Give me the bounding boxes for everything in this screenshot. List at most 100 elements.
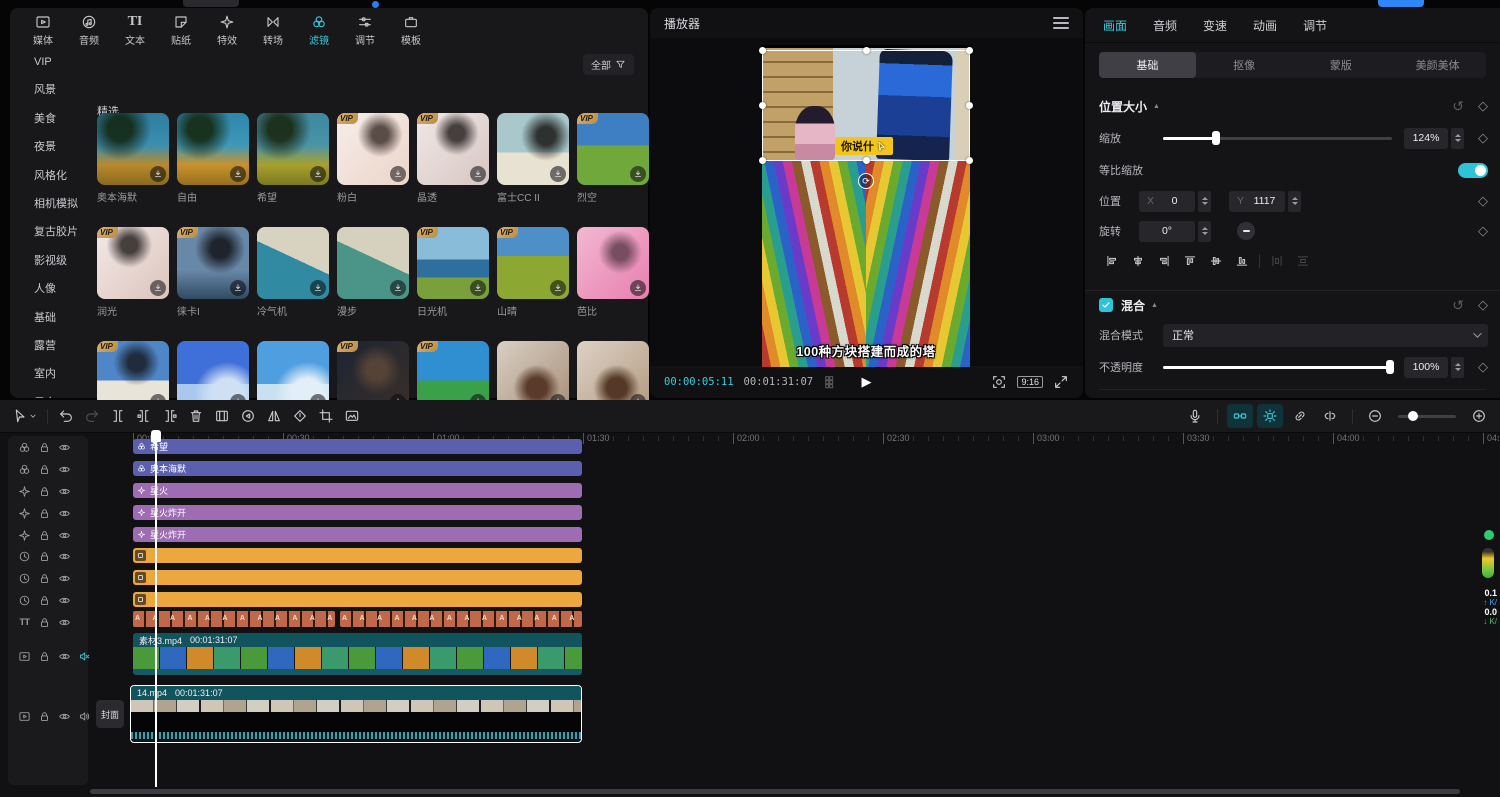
eye-icon[interactable] xyxy=(58,485,71,498)
category-camera-sim[interactable]: 相机模拟 xyxy=(10,190,90,218)
keyframe-diamond-icon[interactable]: ◇ xyxy=(1478,98,1488,114)
align-bottom-button[interactable] xyxy=(1229,251,1255,271)
delete-button[interactable] xyxy=(183,404,209,428)
eye-icon[interactable] xyxy=(58,616,71,629)
speaker-icon[interactable] xyxy=(78,710,91,723)
rotate-button[interactable] xyxy=(287,404,313,428)
zoom-in-button[interactable] xyxy=(1466,404,1492,428)
lock-icon[interactable] xyxy=(38,529,51,542)
position-y-stepper[interactable] xyxy=(1288,191,1301,212)
keyframe-diamond-icon[interactable]: ◇ xyxy=(1478,193,1488,209)
subtab-beauty[interactable]: 美颜美体 xyxy=(1389,52,1486,78)
filter-card[interactable]: 漫步 xyxy=(337,227,409,318)
filter-card[interactable]: VIP徕卡I xyxy=(177,227,249,318)
tab-template[interactable]: 模板 xyxy=(390,12,432,49)
category-cinematic[interactable]: 影视级 xyxy=(10,247,90,275)
lock-icon[interactable] xyxy=(38,507,51,520)
align-top-button[interactable] xyxy=(1177,251,1203,271)
download-icon[interactable] xyxy=(150,166,166,182)
zoom-out-button[interactable] xyxy=(1362,404,1388,428)
position-y-field[interactable]: Y1117 xyxy=(1229,191,1285,212)
timeline-zoom-slider[interactable] xyxy=(1398,415,1456,418)
download-icon[interactable] xyxy=(390,166,406,182)
eye-icon[interactable] xyxy=(58,550,71,563)
filter-card[interactable]: VIP晶透 xyxy=(417,113,489,204)
filter-card[interactable]: VIP粉白 xyxy=(337,113,409,204)
rotate-dial-button[interactable] xyxy=(1237,222,1255,240)
reset-icon[interactable]: ↺ xyxy=(1452,98,1464,115)
opacity-stepper[interactable] xyxy=(1451,357,1464,378)
redo-button[interactable] xyxy=(79,404,105,428)
category-indoor[interactable]: 室内 xyxy=(10,360,90,388)
download-icon[interactable] xyxy=(630,166,646,182)
eye-icon[interactable] xyxy=(58,710,71,723)
cover-button[interactable]: 封面 xyxy=(96,700,124,728)
align-center-v-button[interactable] xyxy=(1203,251,1229,271)
rotation-stepper[interactable] xyxy=(1198,221,1211,242)
keyframe-diamond-icon[interactable]: ◇ xyxy=(1478,223,1488,239)
filter-all-dropdown[interactable]: 全部 xyxy=(583,54,634,75)
scale-slider[interactable] xyxy=(1163,137,1392,140)
align-left-button[interactable] xyxy=(1099,251,1125,271)
blend-checkbox[interactable] xyxy=(1099,298,1113,312)
filter-card[interactable]: 希望 xyxy=(257,113,329,204)
tab-animation[interactable]: 动画 xyxy=(1253,17,1277,34)
link-toggle[interactable] xyxy=(1287,404,1313,428)
position-x-field[interactable]: X0 xyxy=(1139,191,1195,212)
download-icon[interactable] xyxy=(310,280,326,296)
filter-clip[interactable]: 奥本海默 xyxy=(133,461,582,476)
tab-audio-props[interactable]: 音频 xyxy=(1153,17,1177,34)
split-delete-right-button[interactable] xyxy=(157,404,183,428)
export-button-partial[interactable] xyxy=(1378,0,1424,7)
tab-adjust-props[interactable]: 调节 xyxy=(1303,17,1327,34)
uniform-scale-toggle[interactable] xyxy=(1458,163,1488,178)
record-voiceover-button[interactable] xyxy=(1182,404,1208,428)
preview-axis-toggle[interactable] xyxy=(1257,404,1283,428)
unlink-toggle[interactable] xyxy=(1317,404,1343,428)
scale-stepper[interactable] xyxy=(1451,128,1464,149)
download-icon[interactable] xyxy=(550,280,566,296)
filter-card[interactable]: 奥本海默 xyxy=(97,113,169,204)
horizontal-scrollbar[interactable] xyxy=(90,789,1460,794)
tab-transition[interactable]: 转场 xyxy=(252,12,294,49)
split-button[interactable] xyxy=(105,404,131,428)
subtab-cutout[interactable]: 抠像 xyxy=(1196,52,1293,78)
video-clip-selected[interactable]: 14.mp400:01:31:07 xyxy=(130,685,582,743)
subtab-mask[interactable]: 蒙版 xyxy=(1293,52,1390,78)
effect-clip[interactable]: 星火炸开 xyxy=(133,527,582,542)
download-icon[interactable] xyxy=(230,280,246,296)
adjust-clip[interactable] xyxy=(133,548,582,563)
tab-filter[interactable]: 滤镜 xyxy=(298,12,340,49)
eye-icon[interactable] xyxy=(58,441,71,454)
category-portrait[interactable]: 人像 xyxy=(10,275,90,303)
lock-icon[interactable] xyxy=(38,441,51,454)
filter-card[interactable]: 富士CC II xyxy=(497,113,569,204)
video-clip[interactable]: 素材3.mp400:01:31:07 xyxy=(133,633,582,675)
eye-icon[interactable] xyxy=(58,594,71,607)
blend-mode-dropdown[interactable]: 正常 xyxy=(1163,324,1488,347)
fullscreen-icon[interactable] xyxy=(1053,374,1069,390)
tab-sticker[interactable]: 贴纸 xyxy=(160,12,202,49)
playhead[interactable] xyxy=(155,430,157,787)
eye-icon[interactable] xyxy=(58,572,71,585)
filter-card[interactable]: 自由 xyxy=(177,113,249,204)
filter-card[interactable]: VIP润光 xyxy=(97,227,169,318)
filter-card[interactable]: VIP日光机 xyxy=(417,227,489,318)
download-icon[interactable] xyxy=(550,166,566,182)
lock-icon[interactable] xyxy=(38,485,51,498)
filter-card[interactable]: 芭比 xyxy=(577,227,649,318)
undo-button[interactable] xyxy=(53,404,79,428)
tab-picture[interactable]: 画面 xyxy=(1103,17,1127,34)
download-icon[interactable] xyxy=(230,166,246,182)
category-retro-film[interactable]: 复古胶片 xyxy=(10,218,90,246)
opacity-value[interactable]: 100% xyxy=(1404,357,1448,378)
filter-clip[interactable]: 希望 xyxy=(133,439,582,454)
effect-clip[interactable]: 星火 xyxy=(133,483,582,498)
subtitle-badge[interactable]: 你说什 xyxy=(835,137,893,155)
tab-adjust[interactable]: 调节 xyxy=(344,12,386,49)
opacity-slider[interactable] xyxy=(1163,366,1392,369)
lock-icon[interactable] xyxy=(38,616,51,629)
collapse-caret-icon[interactable]: ▲ xyxy=(1153,103,1160,110)
tab-speed[interactable]: 变速 xyxy=(1203,17,1227,34)
tab-text[interactable]: TI文本 xyxy=(114,12,156,49)
